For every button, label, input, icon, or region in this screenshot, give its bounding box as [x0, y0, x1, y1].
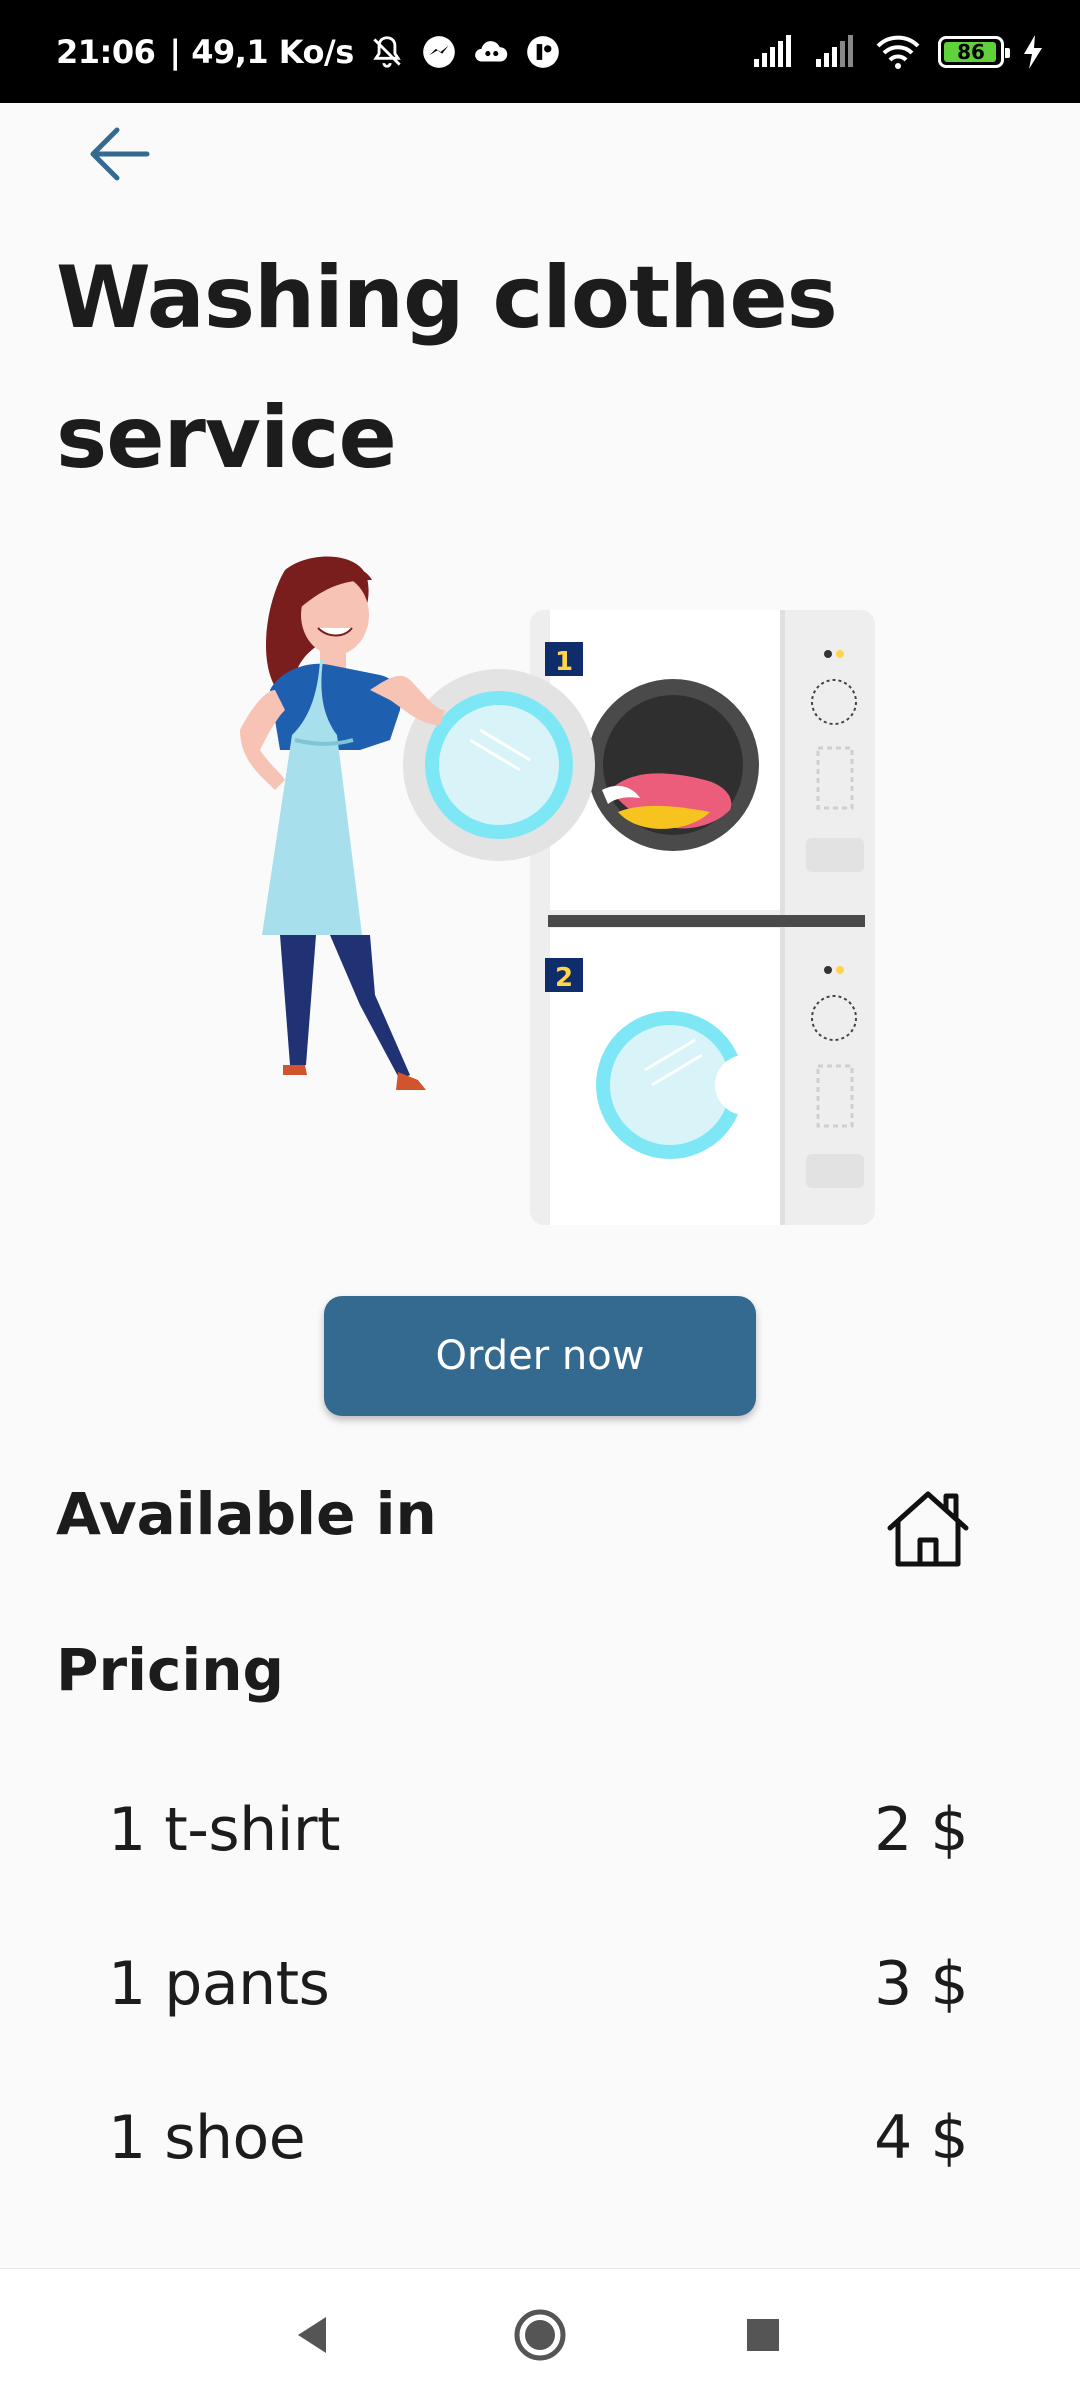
- nav-home-button[interactable]: [504, 2299, 576, 2371]
- status-right: 86: [752, 0, 1044, 103]
- pricing-heading: Pricing: [56, 1636, 285, 1704]
- battery-icon: 86: [938, 35, 1010, 68]
- price-item-value: 4 $: [874, 2103, 968, 2173]
- arrow-left-icon: [90, 127, 150, 181]
- home-icon[interactable]: [884, 1488, 972, 1568]
- home-circle-icon: [514, 2309, 566, 2361]
- nav-back-button[interactable]: [276, 2299, 348, 2371]
- signal-icon-2: [816, 34, 853, 67]
- messenger-icon: [422, 35, 455, 68]
- price-row: 1 t-shirt 2 $: [108, 1780, 968, 1880]
- machine-2-label: 2: [555, 963, 573, 993]
- signal-icon: [754, 34, 791, 67]
- wifi-icon: [876, 35, 920, 69]
- status-bar: 21:06 | 49,1 Ko/s 86: [0, 0, 1080, 103]
- app-icon: [526, 35, 559, 68]
- price-item-name: 1 shoe: [108, 2103, 306, 2173]
- price-item-name: 1 t-shirt: [108, 1795, 341, 1865]
- available-in-heading: Available in: [56, 1480, 437, 1548]
- price-row: 1 pants 3 $: [108, 1934, 968, 2034]
- machine-1-label: 1: [555, 647, 573, 677]
- order-now-button[interactable]: Order now: [324, 1296, 756, 1416]
- back-triangle-icon: [298, 2317, 326, 2353]
- price-item-value: 3 $: [874, 1949, 968, 2019]
- price-row: 1 shoe 4 $: [108, 2088, 968, 2188]
- network-speed: | 49,1 Ko/s: [169, 32, 354, 71]
- system-nav-bar: [0, 2268, 1080, 2400]
- battery-level: 86: [957, 39, 985, 64]
- cloud-icon: [474, 40, 507, 61]
- charging-icon: [1024, 34, 1042, 69]
- status-left: 21:06 | 49,1 Ko/s: [56, 0, 562, 103]
- price-item-name: 1 pants: [108, 1949, 330, 2019]
- back-button[interactable]: [84, 118, 156, 190]
- nav-recents-button[interactable]: [727, 2299, 799, 2371]
- mute-bell-icon: [372, 35, 401, 68]
- recents-square-icon: [747, 2319, 779, 2351]
- page-title: Washing clothes service: [56, 248, 838, 488]
- washing-illustration: 1 2: [240, 556, 875, 1225]
- status-time: 21:06: [56, 32, 156, 71]
- price-item-value: 2 $: [874, 1795, 968, 1865]
